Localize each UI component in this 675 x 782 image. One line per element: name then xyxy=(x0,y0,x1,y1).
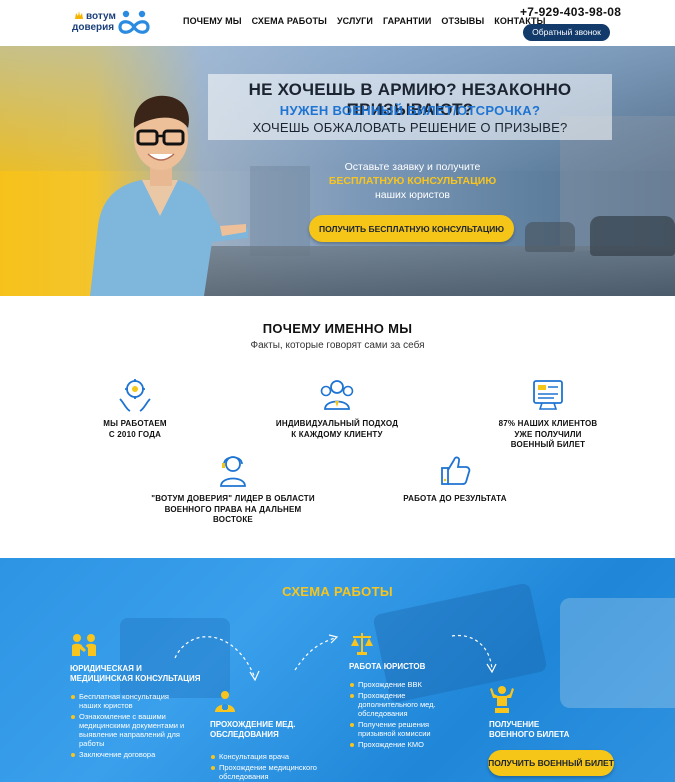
list-item: Заключение договора xyxy=(70,750,190,759)
list-item: Прохождение дополнительного мед. обследо… xyxy=(349,691,459,718)
free-consultation-button[interactable]: ПОЛУЧИТЬ БЕСПЛАТНУЮ КОНСУЛЬТАЦИЮ xyxy=(309,215,514,242)
step3-list: Прохождение ВВК Прохождение дополнительн… xyxy=(349,680,459,751)
callback-button[interactable]: Обратный звонок xyxy=(523,24,610,41)
why-us-subtitle: Факты, которые говорят сами за себя xyxy=(250,340,425,351)
hero-lead-highlight: БЕСПЛАТНУЮ КОНСУЛЬТАЦИЮ xyxy=(328,175,497,187)
list-item: Прохождение КМО xyxy=(349,740,459,749)
feature-result: РАБОТА ДО РЕЗУЛЬТАТА xyxy=(390,452,520,505)
hero-lead-line1: Оставьте заявку и получите xyxy=(344,161,481,173)
hero-background-car xyxy=(525,222,575,252)
why-us-title: ПОЧЕМУ ИМЕННО МЫ xyxy=(262,321,413,336)
main-nav: ПОЧЕМУ МЫ СХЕМА РАБОТЫ УСЛУГИ ГАРАНТИИ О… xyxy=(183,16,556,26)
list-item: Прохождение медицинского обследования xyxy=(210,763,340,781)
step3-title: РАБОТА ЮРИСТОВ xyxy=(349,662,426,671)
logo-line2: доверия xyxy=(72,22,115,33)
scales-of-justice-icon xyxy=(351,633,373,655)
step1-list: Бесплатная консультация наших юристов Оз… xyxy=(70,692,190,761)
nav-services[interactable]: УСЛУГИ xyxy=(337,16,373,26)
hero-lead: Оставьте заявку и получите БЕСПЛАТНУЮ КО… xyxy=(290,160,535,202)
nav-why-us[interactable]: ПОЧЕМУ МЫ xyxy=(183,16,242,26)
list-item: Ознакомление с вашими медицинскими докум… xyxy=(70,712,190,748)
hero-headline-box: НЕ ХОЧЕШЬ В АРМИЮ? НЕЗАКОННО ПРИЗЫВАЮТ? … xyxy=(208,74,612,140)
feature-87-percent: 87% НАШИХ КЛИЕНТОВ УЖЕ ПОЛУЧИЛИ ВОЕННЫЙ … xyxy=(488,377,608,451)
feature-individual-approach: ИНДИВИДУАЛЬНЫЙ ПОДХОД К КАЖДОМУ КЛИЕНТУ xyxy=(262,377,412,440)
gear-hands-icon xyxy=(119,379,151,412)
step2-title: ПРОХОЖДЕНИЕ МЕД. ОБСЛЕДОВАНИЯ xyxy=(210,720,296,739)
logo[interactable]: вотум доверия xyxy=(72,6,154,40)
handshake-people-icon xyxy=(72,634,96,656)
feature-since-2010: МЫ РАБОТАЕМ С 2010 ГОДА xyxy=(80,377,190,440)
winner-trophy-icon xyxy=(490,686,514,713)
hero-section: НЕ ХОЧЕШЬ В АРМИЮ? НЕЗАКОННО ПРИЗЫВАЮТ? … xyxy=(0,46,675,296)
phone-number[interactable]: +7-929-403-98-08 xyxy=(520,5,621,19)
support-agent-icon xyxy=(220,456,246,487)
logo-line1: вотум xyxy=(86,11,116,22)
hero-subheadline: НУЖЕН ВОЕННЫЙ БИЛЕТ/ОТСРОЧКА? xyxy=(279,103,541,118)
document-screen-icon xyxy=(533,380,563,410)
list-item: Получение решения призывной комиссии xyxy=(349,720,459,738)
hero-lead-line2: наших юристов xyxy=(374,189,451,201)
nav-scheme[interactable]: СХЕМА РАБОТЫ xyxy=(252,16,327,26)
list-item: Прохождение ВВК xyxy=(349,680,459,689)
list-item: Консультация врача xyxy=(210,752,340,761)
step2-list: Консультация врача Прохождение медицинск… xyxy=(210,752,340,782)
list-item: Бесплатная консультация наших юристов xyxy=(70,692,190,710)
get-military-id-button[interactable]: ПОЛУЧИТЬ ВОЕННЫЙ БИЛЕТ xyxy=(488,750,614,776)
logo-infinity-icon xyxy=(118,10,150,34)
step1-title: ЮРИДИЧЕСКАЯ И МЕДИЦИНСКАЯ КОНСУЛЬТАЦИЯ xyxy=(70,664,201,683)
feature-leader: "ВОТУМ ДОВЕРИЯ" ЛИДЕР В ОБЛАСТИ ВОЕННОГО… xyxy=(138,452,328,526)
hero-background-car xyxy=(590,216,675,256)
thumbs-up-icon xyxy=(441,456,471,485)
nav-reviews[interactable]: ОТЗЫВЫ xyxy=(441,16,484,26)
nav-guarantees[interactable]: ГАРАНТИИ xyxy=(383,16,431,26)
scheme-section: СХЕМА РАБОТЫ ЮРИДИЧЕСКАЯ И МЕДИЦИНСКАЯ К… xyxy=(0,558,675,782)
team-icon xyxy=(320,380,354,410)
step4-title: ПОЛУЧЕНИЕ ВОЕННОГО БИЛЕТА xyxy=(489,720,570,739)
medical-checkup-icon xyxy=(215,691,235,712)
site-header: вотум доверия ПОЧЕМУ МЫ СХЕМА РАБОТЫ УСЛ… xyxy=(0,0,675,46)
hero-line3: ХОЧЕШЬ ОБЖАЛОВАТЬ РЕШЕНИЕ О ПРИЗЫВЕ? xyxy=(252,120,568,135)
